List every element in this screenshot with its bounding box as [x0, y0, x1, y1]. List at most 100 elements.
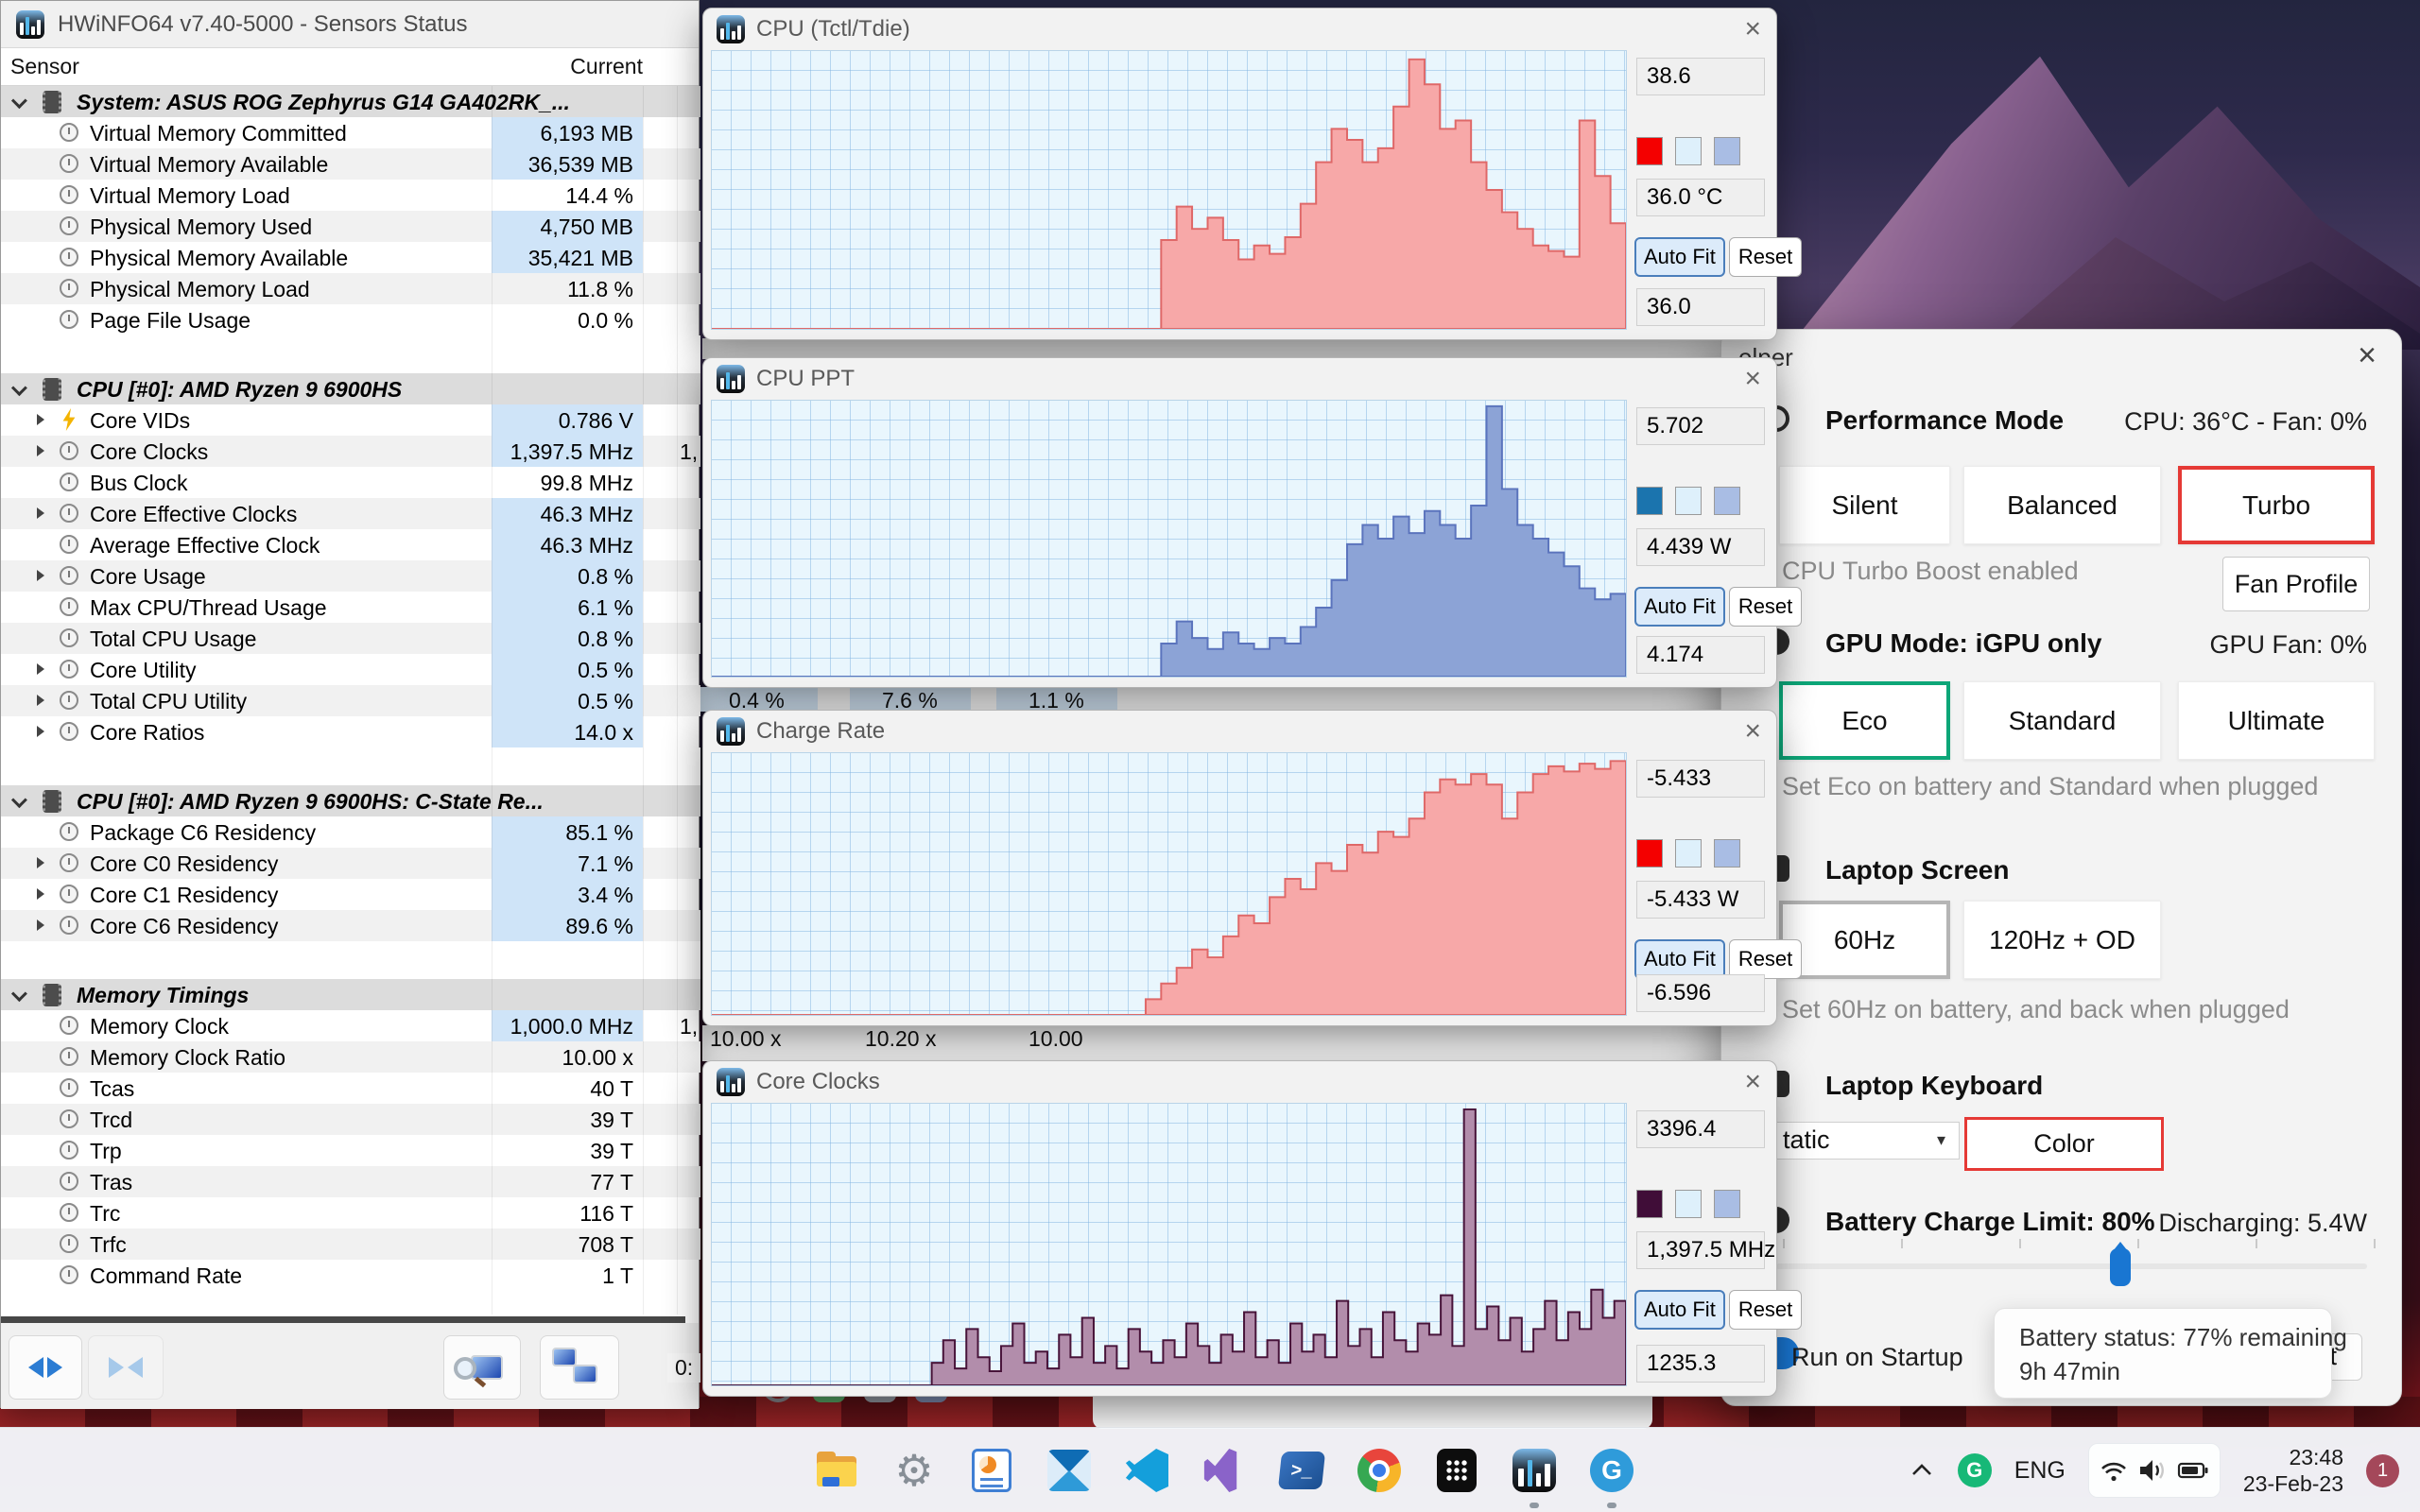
close-icon[interactable]: ×	[1744, 713, 1761, 750]
horizontal-scrollbar[interactable]	[1, 1316, 685, 1323]
sensor-row[interactable]: Physical Memory Available 35,421 MB	[1, 242, 700, 273]
expander-icon[interactable]	[37, 857, 44, 868]
expander-icon[interactable]	[37, 507, 44, 519]
close-icon[interactable]: ×	[1744, 10, 1761, 48]
expander-icon[interactable]	[37, 663, 44, 675]
background-color-swatch[interactable]	[1675, 839, 1702, 868]
reset-button[interactable]: Reset	[1728, 939, 1803, 979]
sensor-row[interactable]: Trp 39 T	[1, 1135, 700, 1166]
taskbar-button-start[interactable]	[720, 1428, 798, 1512]
system-summary-button[interactable]	[443, 1335, 521, 1400]
grid-color-swatch[interactable]	[1714, 1190, 1740, 1218]
sensor-row[interactable]: Physical Memory Used 4,750 MB	[1, 211, 700, 242]
turbo-boost-note[interactable]: CPU Turbo Boost enabled	[1782, 557, 2079, 586]
sensor-section-header[interactable]: System: ASUS ROG Zephyrus G14 GA402RK_..…	[1, 86, 700, 117]
expander-icon[interactable]	[37, 726, 44, 737]
background-color-swatch[interactable]	[1675, 487, 1702, 515]
sensor-row[interactable]: Virtual Memory Committed 6,193 MB	[1, 117, 700, 148]
sensor-row[interactable]: Core Usage 0.8 %	[1, 560, 700, 592]
sensor-row[interactable]: Physical Memory Load 11.8 %	[1, 273, 700, 304]
gpu-button-ultimate[interactable]: Ultimate	[2178, 681, 2375, 760]
sensor-row[interactable]: Package C6 Residency 85.1 %	[1, 816, 700, 848]
battery-limit-slider-handle[interactable]	[2110, 1242, 2131, 1286]
remote-monitoring-button[interactable]	[540, 1335, 619, 1400]
expander-icon[interactable]	[37, 888, 44, 900]
taskbar-button-chrome[interactable]	[1340, 1428, 1418, 1512]
battery-limit-slider-track[interactable]	[1776, 1263, 2367, 1269]
close-icon[interactable]: ×	[1744, 360, 1761, 398]
background-color-swatch[interactable]	[1675, 1190, 1702, 1218]
keyboard-color-button[interactable]: Color	[1964, 1117, 2164, 1171]
sensor-row[interactable]: Memory Clock Ratio 10.00 x	[1, 1041, 700, 1073]
series-color-swatch[interactable]	[1636, 839, 1663, 868]
taskbar-button-mail[interactable]	[1030, 1428, 1108, 1512]
series-color-swatch[interactable]	[1636, 487, 1663, 515]
graph-plot-area[interactable]	[711, 1103, 1627, 1386]
background-color-swatch[interactable]	[1675, 137, 1702, 165]
gpu-button-eco[interactable]: Eco	[1779, 681, 1950, 760]
clock[interactable]: 23:48 23-Feb-23	[2243, 1444, 2343, 1497]
graph-titlebar[interactable]: Core Clocks ×	[703, 1061, 1776, 1103]
screen-button-120hz-od[interactable]: 120Hz + OD	[1963, 901, 2161, 979]
expander-icon[interactable]	[37, 414, 44, 425]
grid-color-swatch[interactable]	[1714, 839, 1740, 868]
expander-icon[interactable]	[37, 695, 44, 706]
expander-icon[interactable]	[37, 445, 44, 456]
taskbar-button-visual-studio[interactable]	[1185, 1428, 1263, 1512]
expander-icon[interactable]	[37, 919, 44, 931]
sensor-section-header[interactable]: CPU [#0]: AMD Ryzen 9 6900HS	[1, 373, 700, 404]
taskbar-button-file-explorer[interactable]	[798, 1428, 875, 1512]
sensor-row[interactable]: Bus Clock 99.8 MHz	[1, 467, 700, 498]
sensor-section-header[interactable]: CPU [#0]: AMD Ryzen 9 6900HS: C-State Re…	[1, 785, 700, 816]
sensor-row[interactable]: Core Ratios 14.0 x	[1, 716, 700, 747]
auto-fit-button[interactable]: Auto Fit	[1634, 587, 1725, 627]
tray-g-icon[interactable]: G	[1957, 1453, 1992, 1487]
sensor-row[interactable]: Page File Usage 0.0 %	[1, 304, 700, 335]
perf-button-silent[interactable]: Silent	[1779, 466, 1950, 544]
reset-button[interactable]: Reset	[1728, 237, 1803, 277]
run-on-startup-label[interactable]: Run on Startup	[1791, 1343, 1963, 1372]
close-icon[interactable]: ×	[1744, 1063, 1761, 1101]
sensor-row[interactable]: Memory Clock 1,000.0 MHz 1,	[1, 1010, 700, 1041]
sensor-row[interactable]: Max CPU/Thread Usage 6.1 %	[1, 592, 700, 623]
chevron-up-icon[interactable]	[1909, 1459, 1935, 1482]
taskbar-button-g-helper[interactable]: G	[1573, 1428, 1651, 1512]
series-color-swatch[interactable]	[1636, 1190, 1663, 1218]
grid-color-swatch[interactable]	[1714, 487, 1740, 515]
collapse-columns-button[interactable]	[88, 1335, 164, 1400]
language-indicator[interactable]: ENG	[2014, 1457, 2066, 1485]
sensor-row[interactable]: Core Clocks 1,397.5 MHz 1,	[1, 436, 700, 467]
taskbar-button-terminal[interactable]	[1418, 1428, 1495, 1512]
auto-fit-button[interactable]: Auto Fit	[1634, 939, 1725, 979]
screen-auto-note[interactable]: Set 60Hz on battery, and back when plugg…	[1782, 995, 2290, 1024]
sensor-row[interactable]: Trcd 39 T	[1, 1104, 700, 1135]
graph-titlebar[interactable]: CPU PPT ×	[703, 358, 1776, 400]
graph-plot-area[interactable]	[711, 50, 1627, 330]
taskbar-button-vscode[interactable]	[1108, 1428, 1185, 1512]
sensor-row[interactable]: Total CPU Utility 0.5 %	[1, 685, 700, 716]
column-header-current[interactable]: Current	[492, 54, 643, 79]
expand-columns-button[interactable]	[9, 1335, 82, 1400]
graph-plot-area[interactable]	[711, 400, 1627, 678]
sensor-row[interactable]: Core C6 Residency 89.6 %	[1, 910, 700, 941]
sensor-row[interactable]: Virtual Memory Available 36,539 MB	[1, 148, 700, 180]
column-header-sensor[interactable]: Sensor	[10, 54, 79, 79]
tray-status-group[interactable]	[2087, 1443, 2221, 1498]
sensor-row[interactable]: Tras 77 T	[1, 1166, 700, 1197]
taskbar-button-hwinfo[interactable]	[1495, 1428, 1573, 1512]
screen-button-60hz[interactable]: 60Hz	[1779, 901, 1950, 979]
graph-plot-area[interactable]	[711, 752, 1627, 1016]
taskbar-button-powershell[interactable]: >_	[1263, 1428, 1340, 1512]
graph-titlebar[interactable]: CPU (Tctl/Tdie) ×	[703, 9, 1776, 50]
sensor-row[interactable]: Trfc 708 T	[1, 1228, 700, 1260]
sensor-row[interactable]: Total CPU Usage 0.8 %	[1, 623, 700, 654]
sensor-row[interactable]: Core VIDs 0.786 V	[1, 404, 700, 436]
sensor-row[interactable]: Core Effective Clocks 46.3 MHz	[1, 498, 700, 529]
close-icon[interactable]: ×	[2358, 337, 2377, 374]
gpu-auto-note[interactable]: Set Eco on battery and Standard when plu…	[1782, 772, 2318, 801]
graph-titlebar[interactable]: Charge Rate ×	[703, 711, 1776, 752]
perf-button-balanced[interactable]: Balanced	[1963, 466, 2161, 544]
series-color-swatch[interactable]	[1636, 137, 1663, 165]
reset-button[interactable]: Reset	[1728, 587, 1803, 627]
notification-badge[interactable]: 1	[2366, 1453, 2399, 1487]
